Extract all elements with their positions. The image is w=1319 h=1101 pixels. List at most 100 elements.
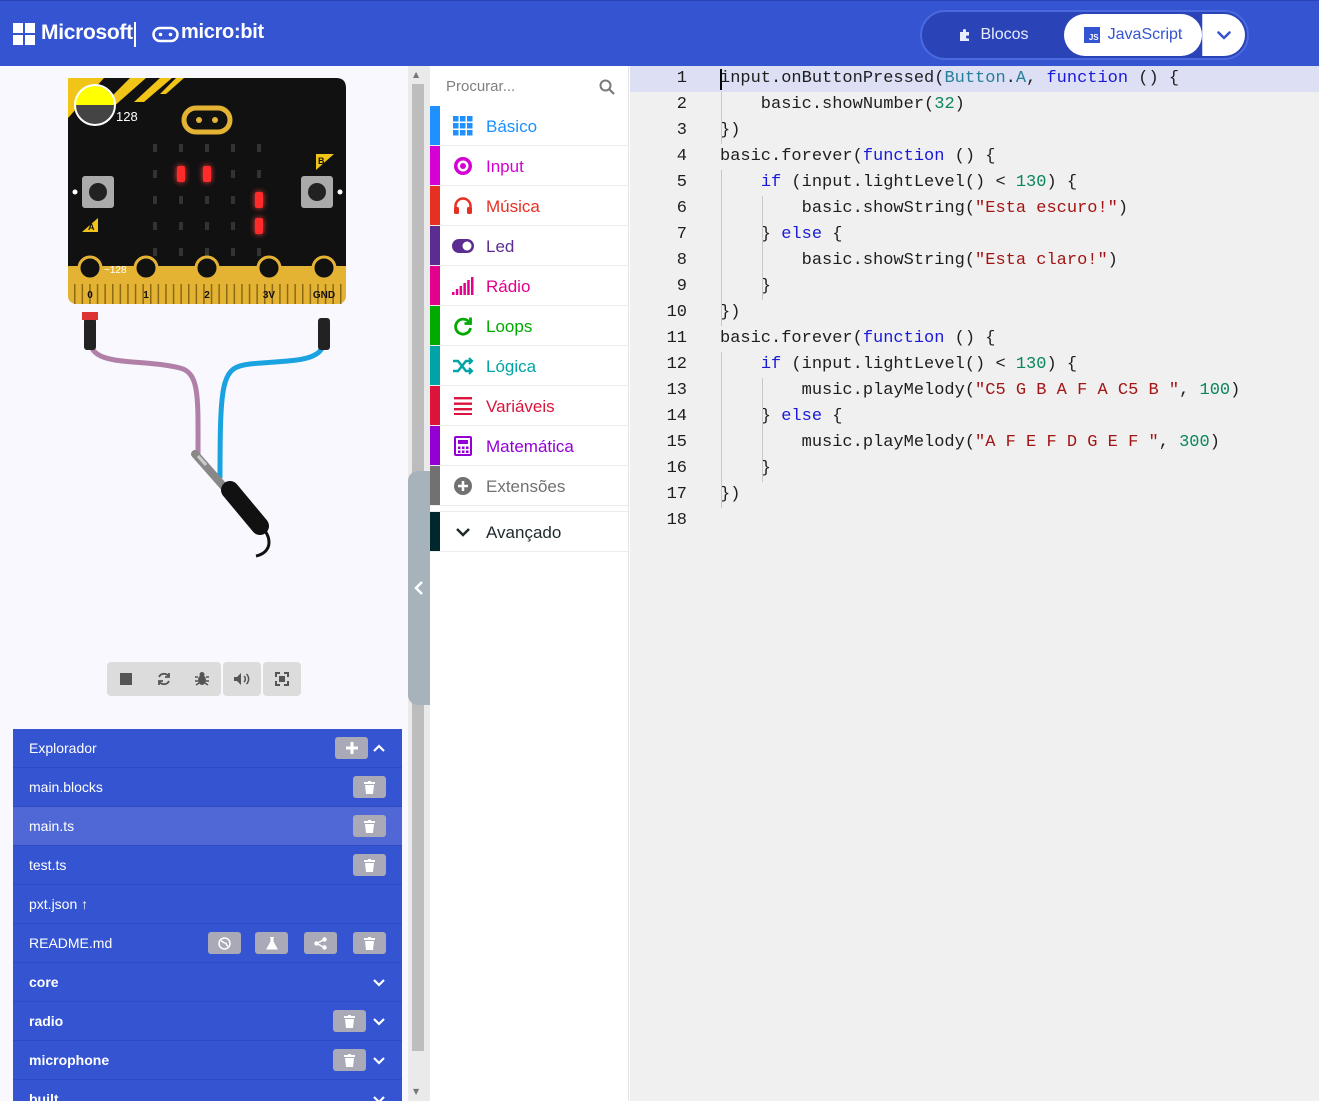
code-text: basic.showString("Esta claro!") <box>720 251 1118 270</box>
remove-package-button[interactable] <box>333 1010 366 1032</box>
delete-file-button[interactable] <box>353 932 386 954</box>
microbit-label[interactable]: micro:bit <box>181 21 264 44</box>
light-level-value: 128 <box>116 109 138 124</box>
line-number: 1 <box>676 69 687 88</box>
package-name: built <box>29 1091 59 1101</box>
microsoft-label[interactable]: Microsoft <box>41 21 133 45</box>
restart-button[interactable] <box>145 662 183 696</box>
led-0-1 <box>179 144 183 152</box>
share-button[interactable] <box>304 932 337 954</box>
led-2-0 <box>153 196 157 204</box>
code-editor[interactable]: 1 input.onButtonPressed(Button.A, functio… <box>630 66 1319 1101</box>
code-line[interactable]: 18 <box>630 508 1319 534</box>
category-1[interactable]: Input <box>430 146 628 186</box>
remove-package-button[interactable] <box>333 1049 366 1071</box>
code-line[interactable]: 4 basic.forever(function () { <box>630 144 1319 170</box>
file-row-main-ts[interactable]: main.ts <box>13 807 402 846</box>
code-text: if (input.lightLevel() < 130) { <box>760 173 1078 192</box>
javascript-mode-button[interactable]: JS JavaScript <box>1064 14 1202 56</box>
category-2[interactable]: Música <box>430 186 628 226</box>
code-line[interactable]: 16 } <box>630 456 1319 482</box>
code-line[interactable]: 13 music.playMelody("C5 G B A F A C5 B "… <box>630 378 1319 404</box>
code-line[interactable]: 5 if (input.lightLevel() < 130) { <box>630 170 1319 196</box>
package-row-built[interactable]: built <box>13 1080 402 1101</box>
line-number: 17 <box>666 485 687 504</box>
category-9[interactable]: Extensões <box>430 466 628 506</box>
stop-button[interactable] <box>107 662 145 696</box>
chevron-up-icon[interactable] <box>372 741 386 755</box>
explorer-header[interactable]: Explorador <box>13 729 402 768</box>
delete-file-button[interactable] <box>353 815 386 837</box>
category-7[interactable]: Variáveis <box>430 386 628 426</box>
microbit-simulator[interactable]: 128 A B 0 1 2 3V GND ~128 <box>60 78 360 558</box>
category-4[interactable]: Rádio <box>430 266 628 306</box>
category-0[interactable]: Básico <box>430 106 628 146</box>
package-name: radio <box>29 1013 64 1029</box>
trash-icon <box>364 858 375 872</box>
code-line[interactable]: 6 basic.showString("Esta escuro!") <box>630 196 1319 222</box>
category-label: Matemática <box>486 437 574 456</box>
toolbox-search[interactable]: Procurar... <box>430 66 628 106</box>
category-3[interactable]: Led <box>430 226 628 266</box>
delete-file-button[interactable] <box>353 854 386 876</box>
collapse-simulator-button[interactable] <box>408 471 430 705</box>
package-row-microphone[interactable]: microphone <box>13 1041 402 1080</box>
code-line[interactable]: 14 } else { <box>630 404 1319 430</box>
search-icon <box>599 79 615 95</box>
led-3-3 <box>231 222 235 230</box>
code-line[interactable]: 15 music.playMelody("A F E F D G E F ", … <box>630 430 1319 456</box>
language-dropdown-button[interactable] <box>1202 14 1245 56</box>
category-5[interactable]: Loops <box>430 306 628 346</box>
file-row-main-blocks[interactable]: main.blocks <box>13 768 402 807</box>
led-4-3 <box>231 248 235 256</box>
category-6[interactable]: Lógica <box>430 346 628 386</box>
trash-icon <box>344 1053 355 1067</box>
led-3-0 <box>153 222 157 230</box>
category-advanced-label: Avançado <box>486 523 562 542</box>
code-line[interactable]: 2 basic.showNumber(32) <box>630 92 1319 118</box>
fullscreen-button[interactable] <box>263 662 301 696</box>
code-text: } else { <box>720 225 843 244</box>
category-8[interactable]: Matemática <box>430 426 628 466</box>
code-line[interactable]: 3}) <box>630 118 1319 144</box>
file-row-pxt-json[interactable]: pxt.json ↑ <box>13 885 402 924</box>
scroll-up-icon[interactable]: ▲ <box>413 70 419 79</box>
led-2-1 <box>179 196 183 204</box>
mute-button[interactable] <box>223 662 261 696</box>
blocks-mode-button[interactable]: Blocos <box>924 14 1064 56</box>
test-button[interactable] <box>255 932 288 954</box>
led-3-4 <box>255 218 263 234</box>
code-line[interactable]: 9 } <box>630 274 1319 300</box>
led-0-3 <box>231 144 235 152</box>
code-line[interactable]: 11 basic.forever(function () { <box>630 326 1319 352</box>
code-line[interactable]: 17}) <box>630 482 1319 508</box>
file-row-readme[interactable]: README.md <box>13 924 402 963</box>
package-row-radio[interactable]: radio <box>13 1002 402 1041</box>
package-name: core <box>29 974 59 990</box>
plus-icon <box>345 742 358 754</box>
search-input[interactable]: Procurar... <box>446 78 515 95</box>
debug-icon <box>195 672 209 686</box>
simulator-controls <box>107 662 301 696</box>
category-advanced[interactable]: Avançado <box>430 512 628 552</box>
category-label: Rádio <box>486 277 531 296</box>
button-b[interactable] <box>301 176 333 208</box>
code-line[interactable]: 12 if (input.lightLevel() < 130) { <box>630 352 1319 378</box>
line-number: 4 <box>676 147 687 166</box>
debug-button[interactable] <box>183 662 221 696</box>
code-text: }) <box>720 121 741 140</box>
code-line[interactable]: 7 } else { <box>630 222 1319 248</box>
preview-button[interactable] <box>208 932 241 954</box>
scroll-down-icon[interactable]: ▼ <box>413 1087 419 1096</box>
delete-file-button[interactable] <box>353 776 386 798</box>
flask-icon <box>265 936 278 949</box>
led-0-0 <box>153 144 157 152</box>
code-line[interactable]: 10}) <box>630 300 1319 326</box>
add-file-button[interactable] <box>335 737 368 759</box>
file-row-test-ts[interactable]: test.ts <box>13 846 402 885</box>
package-row-core[interactable]: core <box>13 963 402 1002</box>
button-a[interactable] <box>82 176 114 208</box>
code-line[interactable]: 1 input.onButtonPressed(Button.A, functio… <box>630 66 1319 92</box>
line-number: 2 <box>676 95 687 114</box>
code-line[interactable]: 8 basic.showString("Esta claro!") <box>630 248 1319 274</box>
